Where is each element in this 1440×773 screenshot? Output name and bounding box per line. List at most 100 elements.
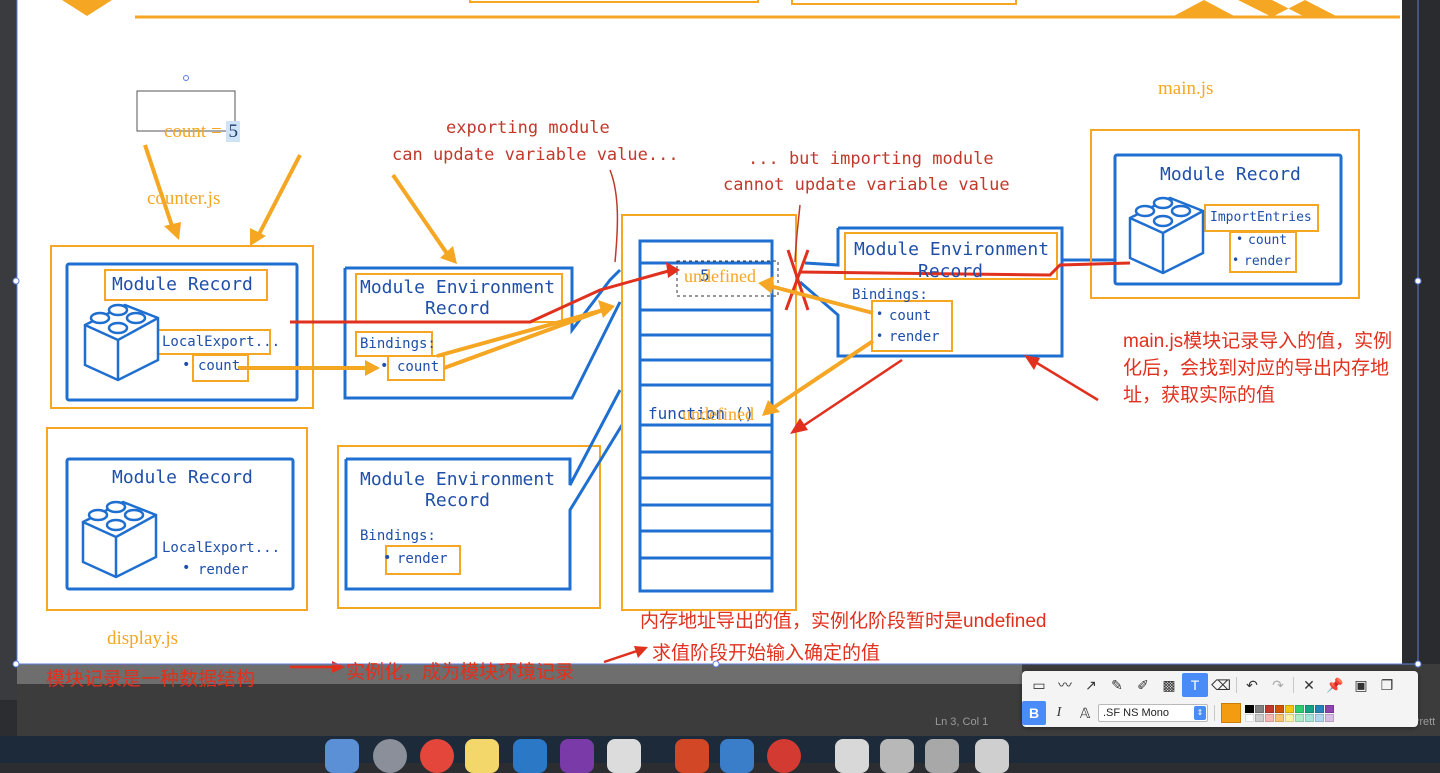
preview-icon[interactable] [835,739,869,773]
launchpad-icon[interactable] [373,739,407,773]
font-select[interactable]: .SF NS Mono ⇕ [1098,704,1208,722]
mosaic-tool-icon[interactable]: ▩ [1156,673,1182,697]
annotation-toolbar: ▭ 〰 ↗ ✎ ✐ ▩ T ⌫ ↶ ↷ ✕ 📌 ▣ ❐ B I 𝔸 .SF NS… [1022,671,1418,727]
color-swatch[interactable] [1305,713,1314,722]
count-value: 5 [226,121,240,142]
rectangle-tool-icon[interactable]: ▭ [1026,673,1052,697]
toolbar-tools-row: ▭ 〰 ↗ ✎ ✐ ▩ T ⌫ ↶ ↷ ✕ 📌 ▣ ❐ [1026,672,1400,698]
toolbar-format-row: B I 𝔸 .SF NS Mono ⇕ [1022,700,1334,726]
counter-module-record-title: Module Record [112,274,253,295]
bullet: • [383,550,392,566]
current-color-swatch[interactable] [1221,703,1241,723]
color-swatch[interactable] [1245,713,1254,722]
color-swatch[interactable] [1325,704,1334,713]
arrow-tool-icon[interactable]: ↗ [1078,673,1104,697]
main-import-note: main.js模块记录导入的值，实例 化后，会找到对应的导出内存地 址，获取实际… [1123,328,1392,409]
color-palette [1245,704,1334,722]
outline-text-icon[interactable]: 𝔸 [1072,701,1098,725]
module-record-note: 模块记录是一种数据结构 [46,669,256,690]
counter-binding-count: count [397,359,440,375]
pen-tool-icon[interactable]: ✎ [1104,673,1130,697]
display-binding-render: render [397,551,448,567]
freehand-tool-icon[interactable]: 〰 [1052,673,1078,697]
bold-button[interactable]: B [1022,701,1046,725]
note-line: 化后，会找到对应的导出内存地 [1123,358,1390,379]
exporting-label-1: exporting module [446,118,610,138]
color-swatch[interactable] [1315,713,1324,722]
vscode-icon[interactable] [513,739,547,773]
italic-button[interactable]: I [1046,701,1072,725]
chevron-down-icon: ⇕ [1194,706,1206,720]
typora-icon[interactable] [607,739,641,773]
main-env-title-1: Module Environment [854,239,1050,260]
main-import-render: render [1244,254,1291,269]
separator [1214,705,1215,721]
exporting-label-2: can update variable value... [392,145,679,165]
display-local-export: LocalExport... [162,540,281,556]
trash-icon[interactable] [975,739,1009,773]
lego-brick-icon [83,303,160,382]
pin-icon[interactable]: 📌 [1322,673,1348,697]
color-swatch[interactable] [1295,713,1304,722]
color-swatch[interactable] [1285,713,1294,722]
color-swatch[interactable] [1265,704,1274,713]
color-swatch[interactable] [1295,704,1304,713]
importing-label-2: cannot update variable value [723,175,1010,195]
memory-slot-undefined-top: undefined [684,266,756,286]
color-swatch[interactable] [1255,713,1264,722]
color-swatch[interactable] [1325,713,1334,722]
display-bindings-title: Bindings: [360,528,436,544]
memory-slot-undefined-mid: undefined [682,404,754,424]
document-icon[interactable] [880,739,914,773]
font-select-value: .SF NS Mono [1103,707,1170,719]
counter-local-export: LocalExport... [162,334,281,350]
undo-icon[interactable]: ↶ [1239,673,1265,697]
count-value-box[interactable]: count = 5 [145,99,240,165]
color-swatch[interactable] [1275,713,1284,722]
color-swatch[interactable] [1285,704,1294,713]
finder-icon[interactable] [325,739,359,773]
color-swatch[interactable] [1275,704,1284,713]
color-swatch[interactable] [1315,704,1324,713]
separator [1293,677,1294,693]
display-module-record-title: Module Record [112,467,253,488]
display-env-title-1: Module Environment [360,469,556,490]
color-swatch[interactable] [1305,704,1314,713]
counter-bindings-title: Bindings: [360,336,436,352]
bullet: • [1232,253,1240,267]
close-icon[interactable]: ✕ [1296,673,1322,697]
main-binding-render: render [889,329,940,345]
bullet: • [380,358,389,374]
counter-js-label: counter.js [147,188,221,209]
bullet: • [182,560,191,576]
display-outer-box [46,427,308,611]
app-icon[interactable] [720,739,754,773]
save-icon[interactable]: ▣ [1348,673,1374,697]
redo-icon[interactable]: ↷ [1265,673,1291,697]
bullet: • [1236,232,1244,246]
display-js-label: display.js [107,628,179,649]
counter-env-title-2: Record [425,298,491,319]
main-binding-count: count [889,308,932,324]
text-tool-icon[interactable]: T [1182,673,1208,697]
color-swatch[interactable] [1255,704,1264,713]
main-import-count: count [1248,233,1288,248]
chrome-icon[interactable] [420,739,454,773]
memory-note: 内存地址导出的值，实例化阶段暂时是undefined [640,611,1047,632]
document-icon[interactable] [925,739,959,773]
note-line: 址，获取实际的值 [1123,385,1276,406]
color-swatch[interactable] [1245,704,1254,713]
color-swatch[interactable] [1265,713,1274,722]
notes-icon[interactable] [465,739,499,773]
copy-icon[interactable]: ❐ [1374,673,1400,697]
highlighter-tool-icon[interactable]: ✐ [1130,673,1156,697]
main-import-entries: ImportEntries [1210,210,1312,225]
onenote-icon[interactable] [560,739,594,773]
main-js-label: main.js [1158,78,1214,99]
bullet: • [876,329,884,343]
powerpoint-icon[interactable] [675,739,709,773]
display-export-render: render [198,562,249,578]
eraser-tool-icon[interactable]: ⌫ [1208,673,1234,697]
counter-env-title-1: Module Environment [360,277,556,298]
netease-music-icon[interactable] [767,739,801,773]
